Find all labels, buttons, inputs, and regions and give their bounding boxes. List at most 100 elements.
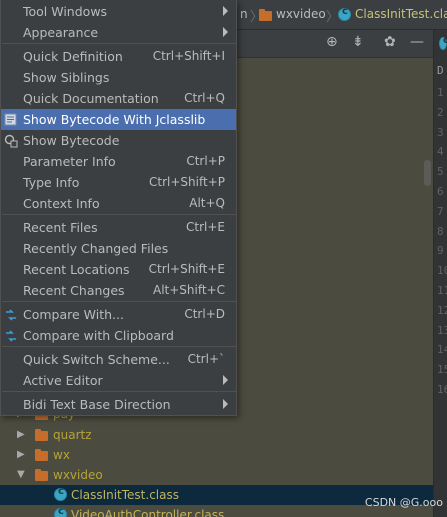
menu-item-quick-documentation[interactable]: Quick Documentation Ctrl+Q: [1, 88, 236, 109]
gutter-line-number: 13: [437, 323, 447, 337]
compare-clipboard-icon: [4, 329, 17, 342]
chevron-right-icon[interactable]: ▶: [17, 449, 25, 460]
gutter-line-number: 1: [437, 86, 444, 99]
menu-item-shortcut: Ctrl+P: [186, 154, 225, 168]
menu-item-recently-changed-files[interactable]: Recently Changed Files: [1, 238, 236, 259]
tree-item-label: VideoAuthController.class: [71, 508, 225, 517]
class-file-icon: [54, 486, 67, 501]
menu-item-show-bytecode[interactable]: Show Bytecode: [1, 130, 236, 151]
menu-item-shortcut: Alt+Shift+C: [152, 283, 225, 297]
menu-item-compare-with[interactable]: Compare With... Ctrl+D: [1, 304, 236, 325]
chevron-right-icon[interactable]: ▶: [17, 429, 25, 440]
submenu-arrow-icon: [223, 375, 228, 385]
gutter-line-number: 14: [437, 343, 447, 357]
menu-item-label: Active Editor: [23, 373, 103, 388]
tree-folder-row[interactable]: ▶ quartz: [0, 425, 433, 445]
gutter-line-number: 3: [437, 125, 444, 139]
tree-folder-row[interactable]: ▼ wxvideo: [0, 465, 433, 485]
watermark: CSDN @G.ooo: [364, 496, 443, 509]
gutter-header: D: [437, 64, 444, 77]
gutter-line-number: 5: [437, 165, 444, 179]
menu-item-shortcut: Ctrl+Shift+I: [152, 49, 225, 63]
tree-item-label: wx: [53, 448, 70, 462]
menu-item-bidi-text-base-direction[interactable]: Bidi Text Base Direction: [1, 394, 236, 415]
menu-item-label: Compare With...: [23, 307, 124, 322]
menu-separator: [2, 43, 236, 44]
menu-item-compare-with-clipboard[interactable]: Compare with Clipboard: [1, 325, 236, 346]
editor-tab-icon[interactable]: [439, 35, 447, 50]
menu-item-label: Quick Definition: [23, 49, 123, 64]
submenu-arrow-icon: [223, 27, 228, 37]
gutter-line-number: 4: [437, 145, 444, 159]
menu-item-label: Parameter Info: [23, 154, 116, 169]
locate-icon[interactable]: ⊕: [326, 35, 338, 49]
collapse-all-icon[interactable]: ⇟: [352, 35, 364, 49]
submenu-arrow-icon: [223, 399, 228, 409]
tree-folder-row[interactable]: ▶ wx: [0, 445, 433, 465]
gutter-line-number: 15: [437, 363, 447, 377]
tree-item-label: wxvideo: [53, 468, 103, 482]
gutter-line-number: 11: [437, 284, 447, 297]
folder-icon: [35, 469, 48, 481]
class-file-icon: [54, 506, 67, 517]
menu-item-label: Compare with Clipboard: [23, 328, 174, 343]
compare-icon: [4, 308, 17, 321]
menu-item-context-info[interactable]: Context Info Alt+Q: [1, 193, 236, 214]
menu-item-parameter-info[interactable]: Parameter Info Ctrl+P: [1, 151, 236, 172]
menu-item-label: Recently Changed Files: [23, 241, 169, 256]
menu-item-label: Recent Files: [23, 220, 98, 235]
breadcrumb-partial[interactable]: n: [240, 7, 248, 21]
menu-item-label: Quick Switch Scheme...: [23, 352, 170, 367]
menu-item-tool-windows[interactable]: Tool Windows: [1, 1, 236, 22]
menu-item-label: Appearance: [23, 25, 99, 40]
jclasslib-icon: [4, 113, 17, 126]
menu-item-label: Recent Locations: [23, 262, 130, 277]
breadcrumb-folder[interactable]: wxvideo: [276, 7, 326, 21]
gutter-line-number: 6: [437, 185, 444, 198]
menu-item-recent-files[interactable]: Recent Files Ctrl+E: [1, 217, 236, 238]
folder-icon: [35, 429, 48, 441]
menu-item-shortcut: Ctrl+Shift+P: [149, 175, 225, 189]
gutter-line-number: 12: [437, 303, 447, 317]
menu-item-shortcut: Ctrl+Q: [184, 91, 225, 105]
menu-separator: [2, 214, 236, 215]
menu-item-show-siblings[interactable]: Show Siblings: [1, 67, 236, 88]
gutter-line-number: 7: [437, 204, 444, 218]
menu-item-shortcut: Ctrl+Shift+E: [148, 262, 225, 276]
menu-item-active-editor[interactable]: Active Editor: [1, 370, 236, 391]
menu-item-shortcut: Ctrl+D: [184, 307, 225, 321]
folder-icon: [35, 449, 48, 461]
menu-item-label: Tool Windows: [23, 4, 108, 19]
breadcrumb-separator: 〉: [326, 10, 340, 25]
gutter-line-number: 8: [437, 224, 444, 238]
menu-item-label: Show Bytecode With Jclasslib: [23, 112, 206, 127]
menu-item-recent-locations[interactable]: Recent Locations Ctrl+Shift+E: [1, 259, 236, 280]
menu-item-label: Recent Changes: [23, 283, 125, 298]
tree-item-label: quartz: [53, 428, 92, 442]
hide-icon[interactable]: —: [410, 35, 424, 49]
menu-item-appearance[interactable]: Appearance: [1, 22, 236, 43]
menu-item-show-bytecode-jclasslib[interactable]: Show Bytecode With Jclasslib: [1, 109, 236, 130]
menu-item-shortcut: Ctrl+E: [186, 220, 225, 234]
gear-icon[interactable]: ✿: [384, 35, 396, 49]
menu-item-shortcut: Alt+Q: [189, 196, 225, 210]
scrollbar-thumb[interactable]: [424, 160, 431, 186]
bytecode-icon: [4, 134, 18, 148]
submenu-arrow-icon: [223, 6, 228, 16]
folder-icon: [259, 9, 272, 21]
menu-item-type-info[interactable]: Type Info Ctrl+Shift+P: [1, 172, 236, 193]
chevron-down-icon[interactable]: ▼: [17, 469, 25, 480]
menu-item-quick-switch-scheme[interactable]: Quick Switch Scheme... Ctrl+`: [1, 349, 236, 370]
menu-separator: [2, 391, 236, 392]
menu-item-recent-changes[interactable]: Recent Changes Alt+Shift+C: [1, 280, 236, 301]
menu-item-quick-definition[interactable]: Quick Definition Ctrl+Shift+I: [1, 46, 236, 67]
gutter-line-number: 16: [437, 383, 447, 396]
context-menu: Tool Windows Appearance Quick Definition Ct…: [0, 0, 237, 416]
menu-item-label: Show Bytecode: [23, 133, 120, 148]
gutter-line-number: 10: [437, 264, 447, 278]
breadcrumb-file[interactable]: ClassInitTest.class: [355, 7, 447, 21]
menu-item-label: Bidi Text Base Direction: [23, 397, 171, 412]
menu-item-label: Type Info: [23, 175, 80, 190]
menu-item-shortcut: Ctrl+`: [187, 352, 225, 366]
tree-item-label: ClassInitTest.class: [71, 488, 179, 502]
